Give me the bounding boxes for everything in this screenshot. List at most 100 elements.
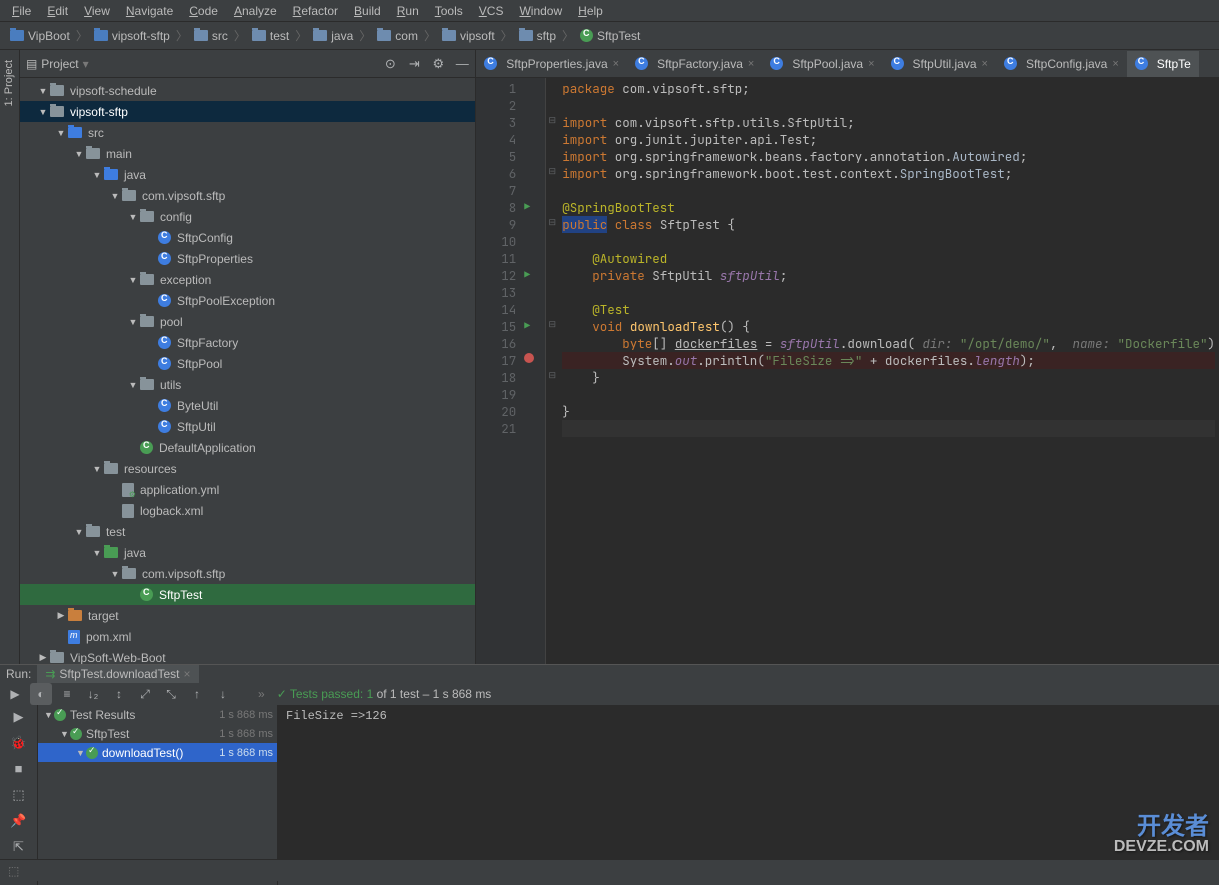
menu-window[interactable]: Window <box>511 4 570 18</box>
fold-column[interactable]: ⊟⊟⊟⊟⊟ <box>546 78 558 664</box>
breadcrumb-bar: VipBoot〉vipsoft-sftp〉src〉test〉java〉com〉v… <box>0 22 1219 50</box>
status-bar: ⬚ <box>0 859 1219 881</box>
tree-item[interactable]: ▼com.vipsoft.sftp <box>20 185 475 206</box>
tree-item[interactable]: ▼utils <box>20 374 475 395</box>
run-label: Run: <box>6 667 31 681</box>
test-tree[interactable]: ▼Test Results1 s 868 ms▼SftpTest1 s 868 … <box>38 705 278 885</box>
toggle-button[interactable]: ◐ <box>30 683 52 705</box>
tree-item[interactable]: SftpPoolException <box>20 290 475 311</box>
project-tree[interactable]: ▼vipsoft-schedule▼vipsoft-sftp▼src▼main▼… <box>20 78 475 664</box>
tree-item[interactable]: ▼resources <box>20 458 475 479</box>
locate-icon[interactable]: ⊙ <box>383 57 397 71</box>
crumb-vipsoft-sftp[interactable]: vipsoft-sftp <box>90 29 174 43</box>
editor-tabs: SftpProperties.java×SftpFactory.java×Sft… <box>476 50 1219 78</box>
editor-tab[interactable]: SftpUtil.java× <box>883 51 996 77</box>
run-config-tab[interactable]: ⇉ SftpTest.downloadTest × <box>37 665 198 683</box>
tree-item[interactable]: SftpProperties <box>20 248 475 269</box>
stop-button[interactable]: ■ <box>9 761 29 781</box>
crumb-sftp[interactable]: sftp <box>515 29 560 43</box>
menu-analyze[interactable]: Analyze <box>226 4 285 18</box>
tree-item[interactable]: ▼exception <box>20 269 475 290</box>
project-panel: ▤Project ▾ ⊙ ⇥ ⚙ — ▼vipsoft-schedule▼vip… <box>20 50 476 664</box>
run-header: Run: ⇉ SftpTest.downloadTest × <box>0 665 1219 683</box>
tree-item[interactable]: application.yml <box>20 479 475 500</box>
crumb-vipboot[interactable]: VipBoot <box>6 29 74 43</box>
tree-item[interactable]: ByteUtil <box>20 395 475 416</box>
tree-item[interactable]: ▶target <box>20 605 475 626</box>
stack-button[interactable]: ≡ <box>56 683 78 705</box>
menu-build[interactable]: Build <box>346 4 389 18</box>
project-tool-tab[interactable]: 1: Project <box>1 54 17 112</box>
menu-run[interactable]: Run <box>389 4 427 18</box>
layout-button[interactable]: ⬚ <box>9 787 29 807</box>
console-output[interactable]: FileSize =>126 <box>278 705 1219 885</box>
menu-navigate[interactable]: Navigate <box>118 4 181 18</box>
settings-icon[interactable]: ⚙ <box>431 57 445 71</box>
run-panel: Run: ⇉ SftpTest.downloadTest × ▶ ◐ ≡ ↓₂ … <box>0 664 1219 881</box>
crumb-java[interactable]: java <box>309 29 357 43</box>
tree-item[interactable]: logback.xml <box>20 500 475 521</box>
filter-button[interactable]: ↕ <box>108 683 130 705</box>
crumb-test[interactable]: test <box>248 29 293 43</box>
collapse-icon[interactable]: ⇥ <box>407 57 421 71</box>
crumb-src[interactable]: src <box>190 29 232 43</box>
crumb-com[interactable]: com <box>373 29 422 43</box>
tree-item[interactable]: DefaultApplication <box>20 437 475 458</box>
hide-icon[interactable]: — <box>455 57 469 71</box>
tree-item[interactable]: ▼src <box>20 122 475 143</box>
gutter-marks[interactable]: ▶▶▶ <box>524 78 546 664</box>
prev-button[interactable]: ↑ <box>186 683 208 705</box>
tree-item[interactable]: SftpUtil <box>20 416 475 437</box>
menu-edit[interactable]: Edit <box>39 4 76 18</box>
export-button[interactable]: ⇱ <box>9 839 29 859</box>
editor-tab[interactable]: SftpProperties.java× <box>476 51 627 77</box>
run-toolbar: ▶ ◐ ≡ ↓₂ ↕ ⤢ ⤡ ↑ ↓ » ✓ Tests passed: 1 o… <box>0 683 1219 705</box>
test-row[interactable]: ▼SftpTest1 s 868 ms <box>38 724 277 743</box>
tree-item[interactable]: ▼test <box>20 521 475 542</box>
sort-button[interactable]: ↓₂ <box>82 683 104 705</box>
crumb-vipsoft[interactable]: vipsoft <box>438 29 499 43</box>
expand-button[interactable]: ⤢ <box>134 683 156 705</box>
editor-tab[interactable]: SftpConfig.java× <box>996 51 1127 77</box>
project-header: ▤Project ▾ ⊙ ⇥ ⚙ — <box>20 50 475 78</box>
test-row[interactable]: ▼Test Results1 s 868 ms <box>38 705 277 724</box>
debug-button[interactable]: 🐞 <box>9 735 29 755</box>
tree-item[interactable]: ▼pool <box>20 311 475 332</box>
tree-item[interactable]: ▼java <box>20 164 475 185</box>
menu-file[interactable]: File <box>4 4 39 18</box>
tree-item[interactable]: ▶VipSoft-Web-Boot <box>20 647 475 664</box>
rerun-button[interactable]: ▶ <box>4 683 26 705</box>
tree-item[interactable]: SftpPool <box>20 353 475 374</box>
menu-help[interactable]: Help <box>570 4 611 18</box>
test-status: ✓ Tests passed: 1 of 1 test – 1 s 868 ms <box>277 687 492 701</box>
editor-body[interactable]: 123456789101112131415161718192021 ▶▶▶ ⊟⊟… <box>476 78 1219 664</box>
collapse-button[interactable]: ⤡ <box>160 683 182 705</box>
tree-item[interactable]: SftpFactory <box>20 332 475 353</box>
tree-item[interactable]: ▼vipsoft-schedule <box>20 80 475 101</box>
menu-vcs[interactable]: VCS <box>471 4 512 18</box>
menu-code[interactable]: Code <box>181 4 226 18</box>
code-area[interactable]: package com.vipsoft.sftp;import com.vips… <box>558 78 1219 664</box>
tree-item[interactable]: ▼java <box>20 542 475 563</box>
tree-item[interactable]: SftpConfig <box>20 227 475 248</box>
tree-item[interactable]: ▼com.vipsoft.sftp <box>20 563 475 584</box>
pin-button[interactable]: 📌 <box>9 813 29 833</box>
crumb-sftptest[interactable]: SftpTest <box>576 29 644 43</box>
run-button[interactable]: ▶ <box>9 709 29 729</box>
menu-tools[interactable]: Tools <box>427 4 471 18</box>
editor-tab[interactable]: SftpPool.java× <box>762 51 882 77</box>
tree-item[interactable]: pom.xml <box>20 626 475 647</box>
next-button[interactable]: ↓ <box>212 683 234 705</box>
line-gutter: 123456789101112131415161718192021 <box>476 78 524 664</box>
editor: SftpProperties.java×SftpFactory.java×Sft… <box>476 50 1219 664</box>
tree-item[interactable]: ▼main <box>20 143 475 164</box>
editor-tab[interactable]: SftpTe <box>1127 51 1199 77</box>
tree-item[interactable]: SftpTest <box>20 584 475 605</box>
test-row[interactable]: ▼downloadTest()1 s 868 ms <box>38 743 277 762</box>
tree-item[interactable]: ▼config <box>20 206 475 227</box>
menu-bar: FileEditViewNavigateCodeAnalyzeRefactorB… <box>0 0 1219 22</box>
menu-view[interactable]: View <box>76 4 118 18</box>
tree-item[interactable]: ▼vipsoft-sftp <box>20 101 475 122</box>
editor-tab[interactable]: SftpFactory.java× <box>627 51 762 77</box>
menu-refactor[interactable]: Refactor <box>285 4 346 18</box>
